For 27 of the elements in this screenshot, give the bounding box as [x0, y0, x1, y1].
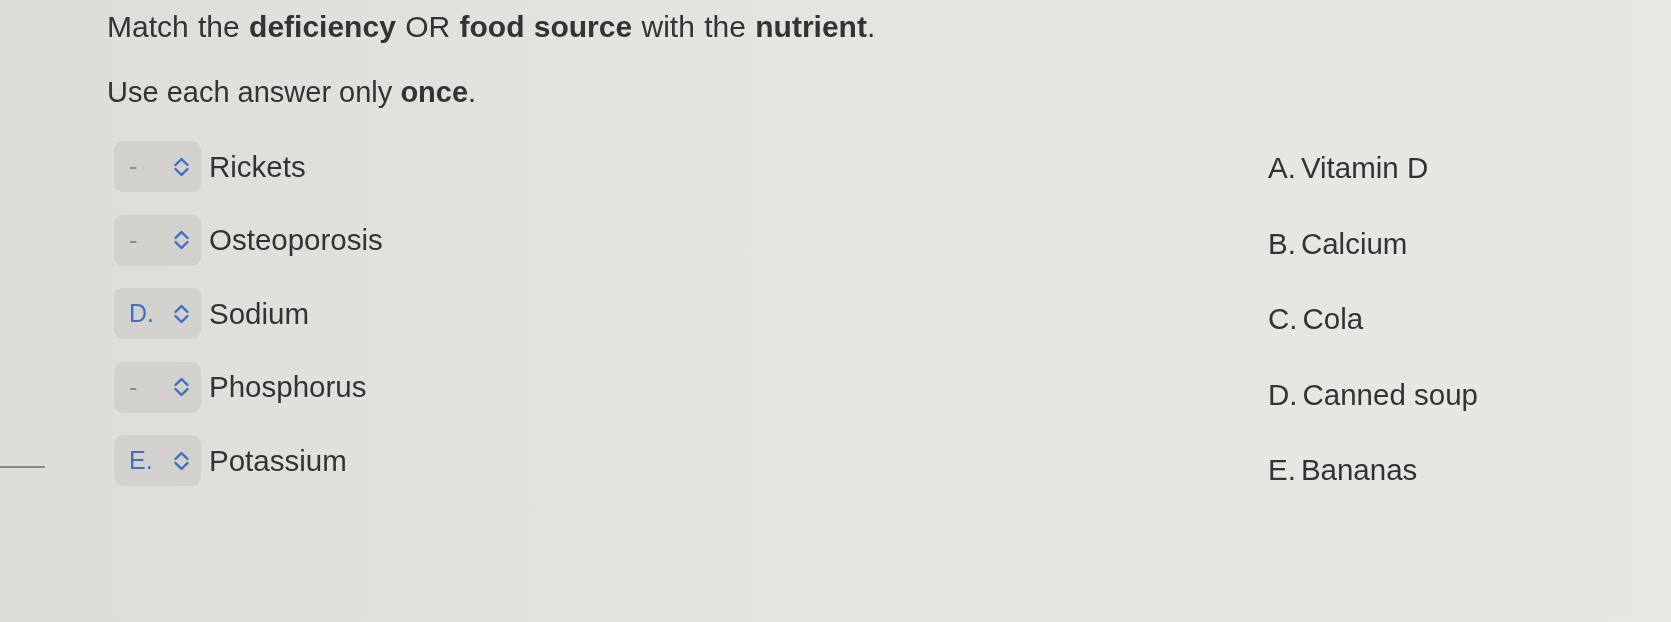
answer-dropdown[interactable]: D.	[114, 288, 201, 339]
item-label: Phosphorus	[209, 370, 367, 404]
chevron-updown-icon	[174, 303, 189, 324]
option-letter: B.	[1268, 226, 1296, 261]
question-prompt: Match the deficiency OR food source with the nutrient.	[107, 10, 877, 44]
chevron-updown-icon	[174, 156, 189, 177]
option-letter: D.	[1268, 377, 1298, 412]
option-label: Calcium	[1300, 226, 1408, 261]
chevron-updown-icon	[174, 450, 189, 471]
chevron-updown-icon	[174, 377, 189, 397]
option-label: Canned soup	[1302, 377, 1478, 412]
answer-dropdown[interactable]: -	[114, 361, 201, 413]
option-letter: C.	[1268, 302, 1298, 336]
chevron-updown-icon	[174, 230, 189, 250]
option-letter: A.	[1268, 151, 1296, 185]
answer-dropdown[interactable]: -	[114, 141, 201, 192]
option-label: Bananas	[1300, 453, 1418, 487]
option-label: Vitamin D	[1300, 151, 1429, 185]
item-label: Osteoporosis	[209, 223, 383, 257]
item-label: Rickets	[209, 149, 306, 184]
answer-dropdown[interactable]: E.	[114, 435, 201, 486]
question-instruction: Use each answer only once.	[107, 75, 478, 109]
answer-dropdown[interactable]: -	[114, 214, 201, 266]
option-label: Cola	[1302, 302, 1364, 336]
option-letter: E.	[1268, 453, 1296, 487]
item-label: Sodium	[209, 296, 310, 331]
item-label: Potassium	[209, 443, 347, 478]
